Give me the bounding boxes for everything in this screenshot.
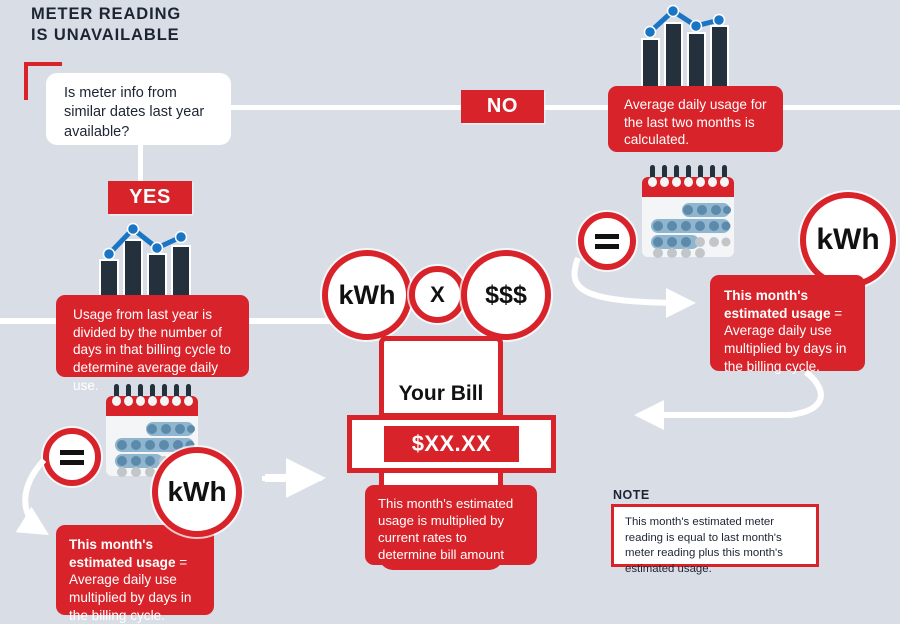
branch-badge-no: NO [461, 90, 544, 123]
message-box-bill-note-text: This month's estimated usage is multipli… [378, 496, 514, 563]
branch-badge-no-label: NO [486, 95, 519, 117]
bar-chart-svg-top [641, 4, 729, 96]
message-box-estimated-left: This month's estimated usage = Average d… [56, 525, 214, 623]
formula-circle-times-label: X [430, 281, 445, 307]
note-label: NOTE [613, 488, 650, 502]
kwh-circle-right-label: kWh [816, 223, 880, 256]
formula-circle-kwh-label: kWh [338, 279, 396, 310]
bill-amount-value: $XX.XX [383, 426, 520, 462]
equals-icon-right [578, 212, 636, 270]
equals-glyph-right [595, 233, 619, 249]
branch-badge-yes: YES [108, 181, 192, 214]
page-title-line-2: IS UNAVAILABLE [31, 26, 180, 45]
connector-line-bottom-right [262, 476, 322, 481]
decision-question-card: Is meter info from similar dates last ye… [46, 73, 231, 145]
connector-line-no-to-avg [543, 105, 613, 110]
connector-line-avg-right [780, 105, 900, 110]
arrow-icon-right-box-to-left [634, 369, 824, 430]
formula-circle-kwh: kWh [322, 250, 412, 340]
formula-circle-dollars: $$$ [461, 250, 551, 340]
connector-line-lastyear-left [0, 318, 62, 324]
note-box: This month's estimated meter reading is … [611, 504, 819, 575]
kwh-circle-right: kWh [800, 192, 896, 288]
connector-line-question-to-yes [138, 145, 143, 182]
bill-card-top: Your Bill [379, 336, 503, 418]
kwh-circle-left-label: kWh [167, 476, 227, 507]
message-box-last-year-usage-text: Usage from last year is divided by the n… [73, 307, 231, 393]
calendar-icon-right [636, 163, 740, 263]
formula-circle-times: X [409, 266, 466, 323]
note-box-text: This month's estimated meter reading is … [625, 516, 783, 576]
message-box-estimated-left-bold: This month's estimated usage [69, 537, 176, 570]
equals-glyph-left [60, 449, 84, 465]
message-box-last-year-usage: Usage from last year is divided by the n… [56, 295, 249, 393]
bill-heading: Your Bill [398, 382, 484, 405]
kwh-circle-left: kWh [152, 447, 242, 537]
infographic-canvas: METER READING IS UNAVAILABLE Is meter in… [0, 0, 900, 623]
message-box-estimated-right: This month's estimated usage = Average d… [710, 275, 865, 374]
note-label-text: NOTE [613, 488, 650, 502]
calendar-svg-right [642, 165, 734, 258]
bill-amount-row: $XX.XX [347, 415, 556, 473]
decision-question-text: Is meter info from similar dates last ye… [64, 85, 205, 140]
message-box-average-daily: Average daily usage for the last two mon… [608, 86, 783, 152]
branch-badge-yes-label: YES [129, 186, 171, 208]
equals-icon-left [43, 428, 101, 486]
bar-chart-icon-top [638, 3, 738, 96]
message-box-average-daily-text: Average daily usage for the last two mon… [624, 97, 767, 148]
arrow-icon-left-equals-to-box [15, 457, 50, 536]
connector-line-question-to-no [231, 105, 463, 110]
message-box-estimated-right-bold: This month's estimated usage [724, 288, 831, 321]
page-title-line-1: METER READING [31, 5, 182, 23]
formula-circle-dollars-label: $$$ [485, 280, 527, 309]
page-title: METER READING IS UNAVAILABLE [31, 4, 361, 46]
message-box-bill-note: This month's estimated usage is multipli… [365, 485, 537, 565]
